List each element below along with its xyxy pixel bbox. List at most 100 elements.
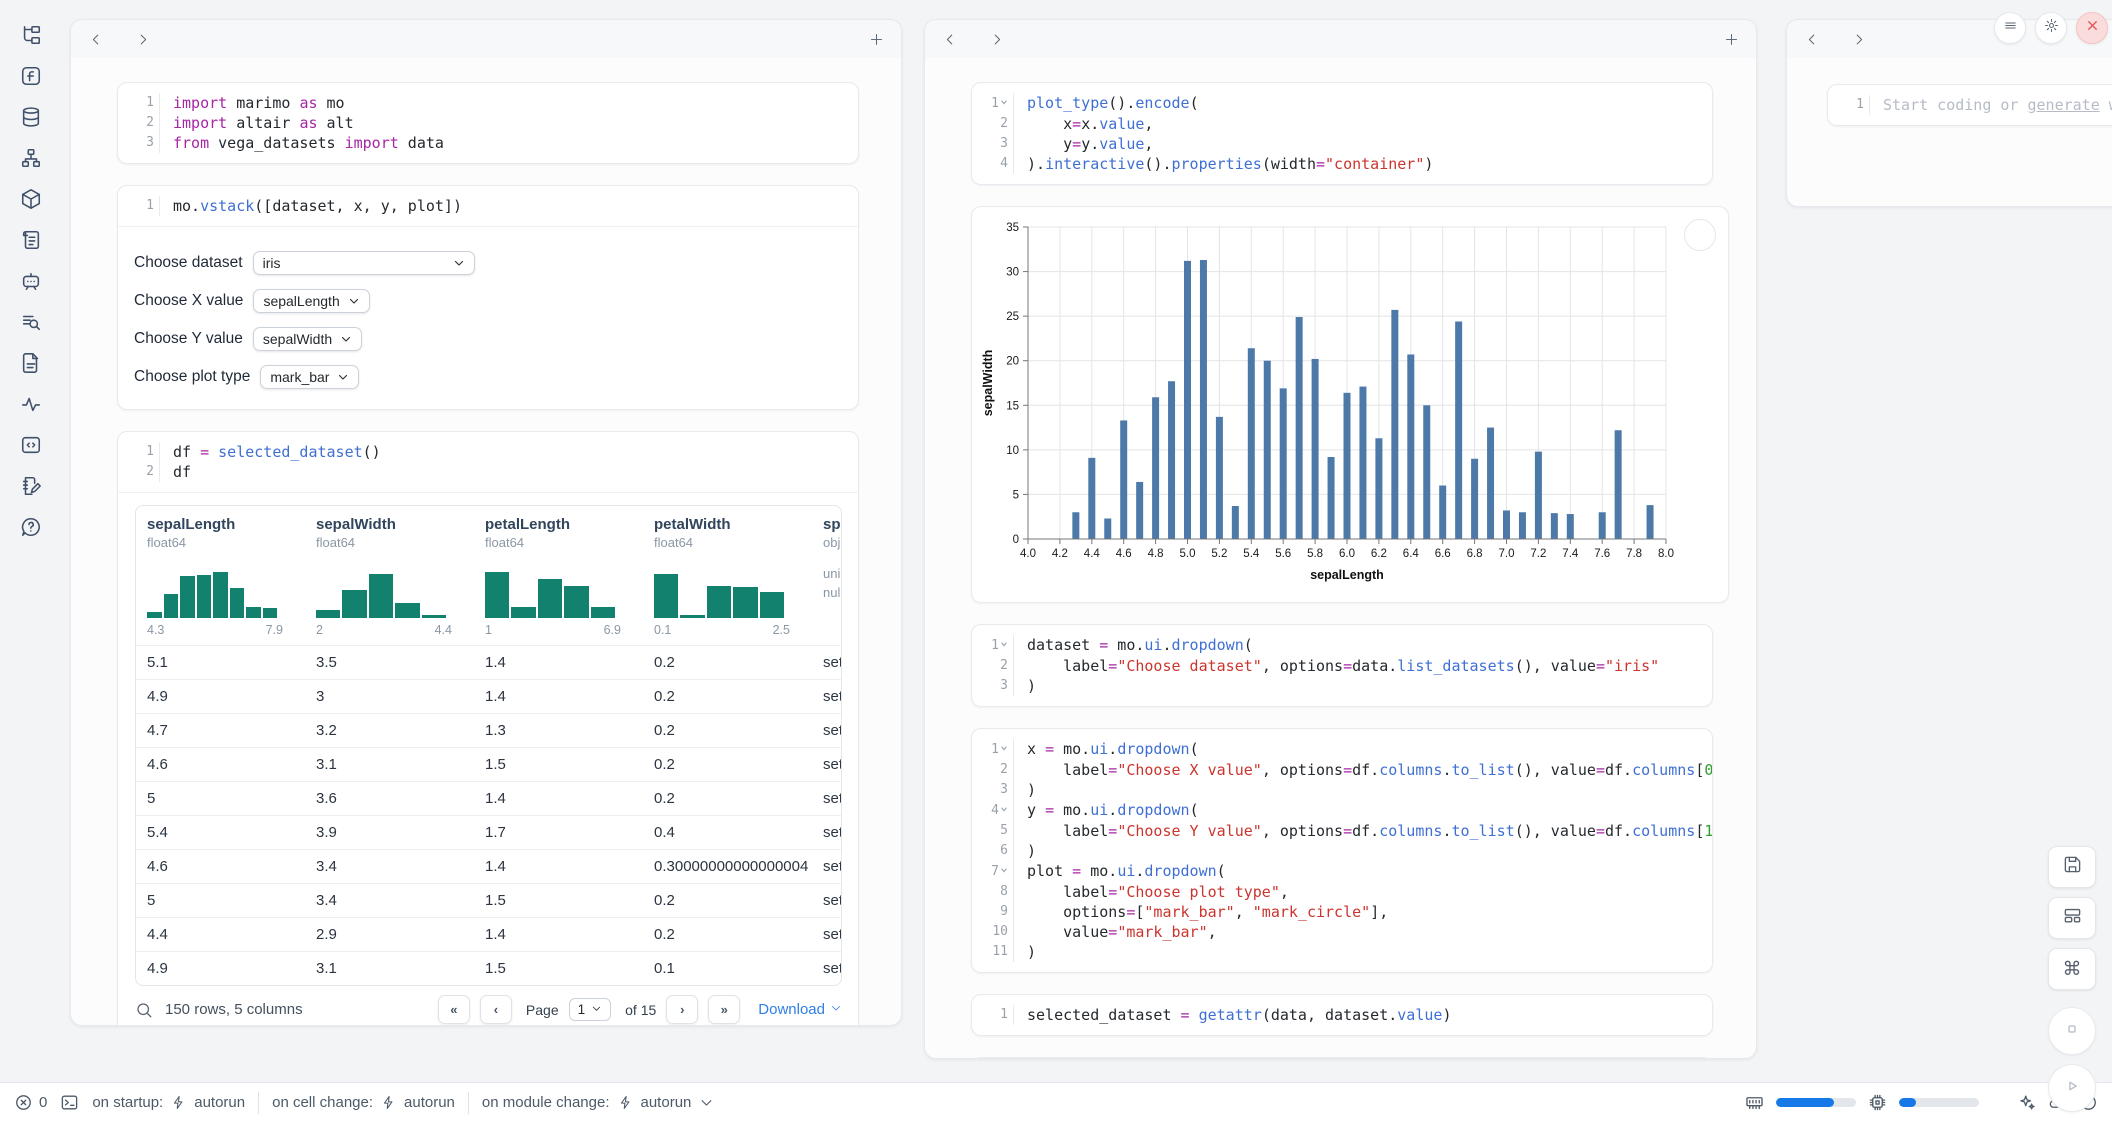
dropdown-select[interactable]: sepalLength	[253, 289, 369, 313]
svg-text:5.8: 5.8	[1307, 548, 1323, 560]
status-bar: 0 on startup: autorun on cell change: au…	[0, 1082, 2112, 1122]
chat-icon[interactable]	[18, 268, 44, 294]
search-icon[interactable]	[135, 1001, 153, 1019]
terminal-icon[interactable]	[60, 1093, 79, 1112]
scratchpad-icon[interactable]	[18, 473, 44, 499]
packages-icon[interactable]	[18, 186, 44, 212]
add-cell-icon[interactable]	[1722, 30, 1740, 48]
code-editor[interactable]: 1df = selected_dataset()2df	[118, 432, 858, 492]
add-cell-icon[interactable]	[867, 30, 885, 48]
column-histogram[interactable]	[485, 564, 615, 618]
ai-sparkles-icon[interactable]	[2017, 1093, 2036, 1112]
table-row[interactable]: 53.41.50.2setosa	[136, 883, 841, 917]
column-name[interactable]: species	[823, 516, 841, 533]
column-name[interactable]: petalLength	[485, 516, 643, 533]
dependency-graph-icon[interactable]	[18, 145, 44, 171]
download-link[interactable]: Download	[758, 1001, 842, 1018]
chevron-right-icon[interactable]	[133, 30, 151, 48]
page-label: Page	[526, 1002, 559, 1018]
stop-button[interactable]	[2048, 1007, 2096, 1055]
column-histogram[interactable]	[147, 564, 277, 618]
column-name[interactable]: sepalWidth	[316, 516, 474, 533]
column-name[interactable]: sepalLength	[147, 516, 305, 533]
code-editor[interactable]: 1dataset = mo.ui.dropdown(2 label="Choos…	[972, 625, 1712, 706]
lightning-icon	[379, 1093, 398, 1112]
table-cell: 3.6	[305, 790, 474, 807]
dropdown-select[interactable]: mark_bar	[260, 365, 359, 389]
control-label: Choose X value	[134, 292, 243, 310]
code-editor[interactable]: 1plot_type().encode(2 x=x.value,3 y=y.va…	[972, 83, 1712, 184]
database-icon[interactable]	[18, 104, 44, 130]
table-row[interactable]: 53.61.40.2setosa	[136, 781, 841, 815]
table-cell: 4.6	[136, 756, 305, 773]
table-row[interactable]: 4.63.41.40.30000000000000004setosa	[136, 849, 841, 883]
svg-text:4.6: 4.6	[1116, 548, 1132, 560]
page-select[interactable]: 1	[569, 998, 612, 1021]
table-row[interactable]: 4.931.40.2setosa	[136, 679, 841, 713]
logs-icon[interactable]	[18, 227, 44, 253]
svg-text:10: 10	[1006, 445, 1019, 457]
table-row[interactable]: 5.43.91.70.4setosa	[136, 815, 841, 849]
table-cell: 2.9	[305, 926, 474, 943]
table-cell: 0.1	[643, 960, 812, 977]
documentation-icon[interactable]	[18, 350, 44, 376]
chevron-left-icon[interactable]	[87, 30, 105, 48]
on-startup-setting[interactable]: on startup: autorun	[92, 1093, 245, 1112]
functions-icon[interactable]	[18, 63, 44, 89]
table-row[interactable]: 4.63.11.50.2setosa	[136, 747, 841, 781]
snippets-icon[interactable]	[18, 432, 44, 458]
column-histogram[interactable]	[316, 564, 446, 618]
chevron-right-icon[interactable]	[1849, 30, 1867, 48]
on-cell-change-setting[interactable]: on cell change: autorun	[272, 1093, 455, 1112]
close-button[interactable]	[2076, 12, 2108, 44]
dropdown-select[interactable]: sepalWidth	[253, 327, 362, 351]
on-module-change-setting[interactable]: on module change: autorun	[482, 1093, 716, 1112]
bar-chart[interactable]: 051015202530354.04.24.44.64.85.05.25.45.…	[980, 217, 1720, 590]
column-stats: unique:nulls:	[823, 564, 841, 602]
prev-page-button[interactable]: ‹	[480, 995, 512, 1024]
code-editor[interactable]: 1mo.vstack([dataset, x, y, plot])	[118, 186, 858, 226]
table-row[interactable]: 4.73.21.30.2setosa	[136, 713, 841, 747]
ram-usage-meter[interactable]	[1776, 1098, 1856, 1107]
code-editor[interactable]: 1plot_type = getattr(alt.Chart(df), plot…	[972, 1058, 1712, 1059]
table-cell: 4.9	[136, 688, 305, 705]
file-tree-icon[interactable]	[18, 22, 44, 48]
first-page-button[interactable]: «	[438, 995, 470, 1024]
cpu-usage-meter[interactable]	[1899, 1098, 1979, 1107]
dropdown-select[interactable]: iris	[253, 251, 475, 275]
help-icon[interactable]	[18, 514, 44, 540]
code-editor[interactable]: 1selected_dataset = getattr(data, datase…	[972, 995, 1712, 1035]
line-number: 4	[972, 800, 1013, 821]
svg-text:7.2: 7.2	[1530, 548, 1546, 560]
save-button[interactable]	[2048, 846, 2096, 888]
chevron-left-icon[interactable]	[941, 30, 959, 48]
cell-xy-plot-dropdowns: 1x = mo.ui.dropdown(2 label="Choose X va…	[971, 728, 1713, 973]
column-name[interactable]: petalWidth	[654, 516, 812, 533]
error-indicator[interactable]: 0	[14, 1093, 47, 1112]
column-histogram[interactable]	[654, 564, 784, 618]
chevron-left-icon[interactable]	[1803, 30, 1821, 48]
generate-link[interactable]: generate	[2028, 96, 2100, 114]
table-cell: 0.2	[643, 926, 812, 943]
search-list-icon[interactable]	[18, 309, 44, 335]
tracing-icon[interactable]	[18, 391, 44, 417]
column-header: speciesobjectunique:nulls:	[812, 516, 841, 637]
chevron-right-icon[interactable]	[987, 30, 1005, 48]
table-cell: 0.2	[643, 688, 812, 705]
code-editor[interactable]: 1import marimo as mo2import altair as al…	[118, 83, 858, 163]
table-row[interactable]: 4.93.11.50.1setosa	[136, 951, 841, 985]
settings-button[interactable]	[2035, 12, 2067, 44]
run-button[interactable]	[2048, 1064, 2096, 1112]
code-editor[interactable]: 1x = mo.ui.dropdown(2 label="Choose X va…	[972, 729, 1712, 972]
chart-actions-button[interactable]	[1684, 219, 1716, 251]
next-page-button[interactable]: ›	[666, 995, 698, 1024]
table-cell: setosa	[812, 654, 841, 671]
command-palette-button[interactable]: ⌘	[2048, 948, 2096, 990]
layout-button[interactable]	[2048, 897, 2096, 939]
lightning-icon	[169, 1093, 188, 1112]
last-page-button[interactable]: »	[708, 995, 740, 1024]
menu-button[interactable]	[1994, 12, 2026, 44]
code-editor[interactable]: 1 Start coding or generate with AI	[1828, 85, 2112, 125]
table-row[interactable]: 4.42.91.40.2setosa	[136, 917, 841, 951]
table-row[interactable]: 5.13.51.40.2setosa	[136, 645, 841, 679]
